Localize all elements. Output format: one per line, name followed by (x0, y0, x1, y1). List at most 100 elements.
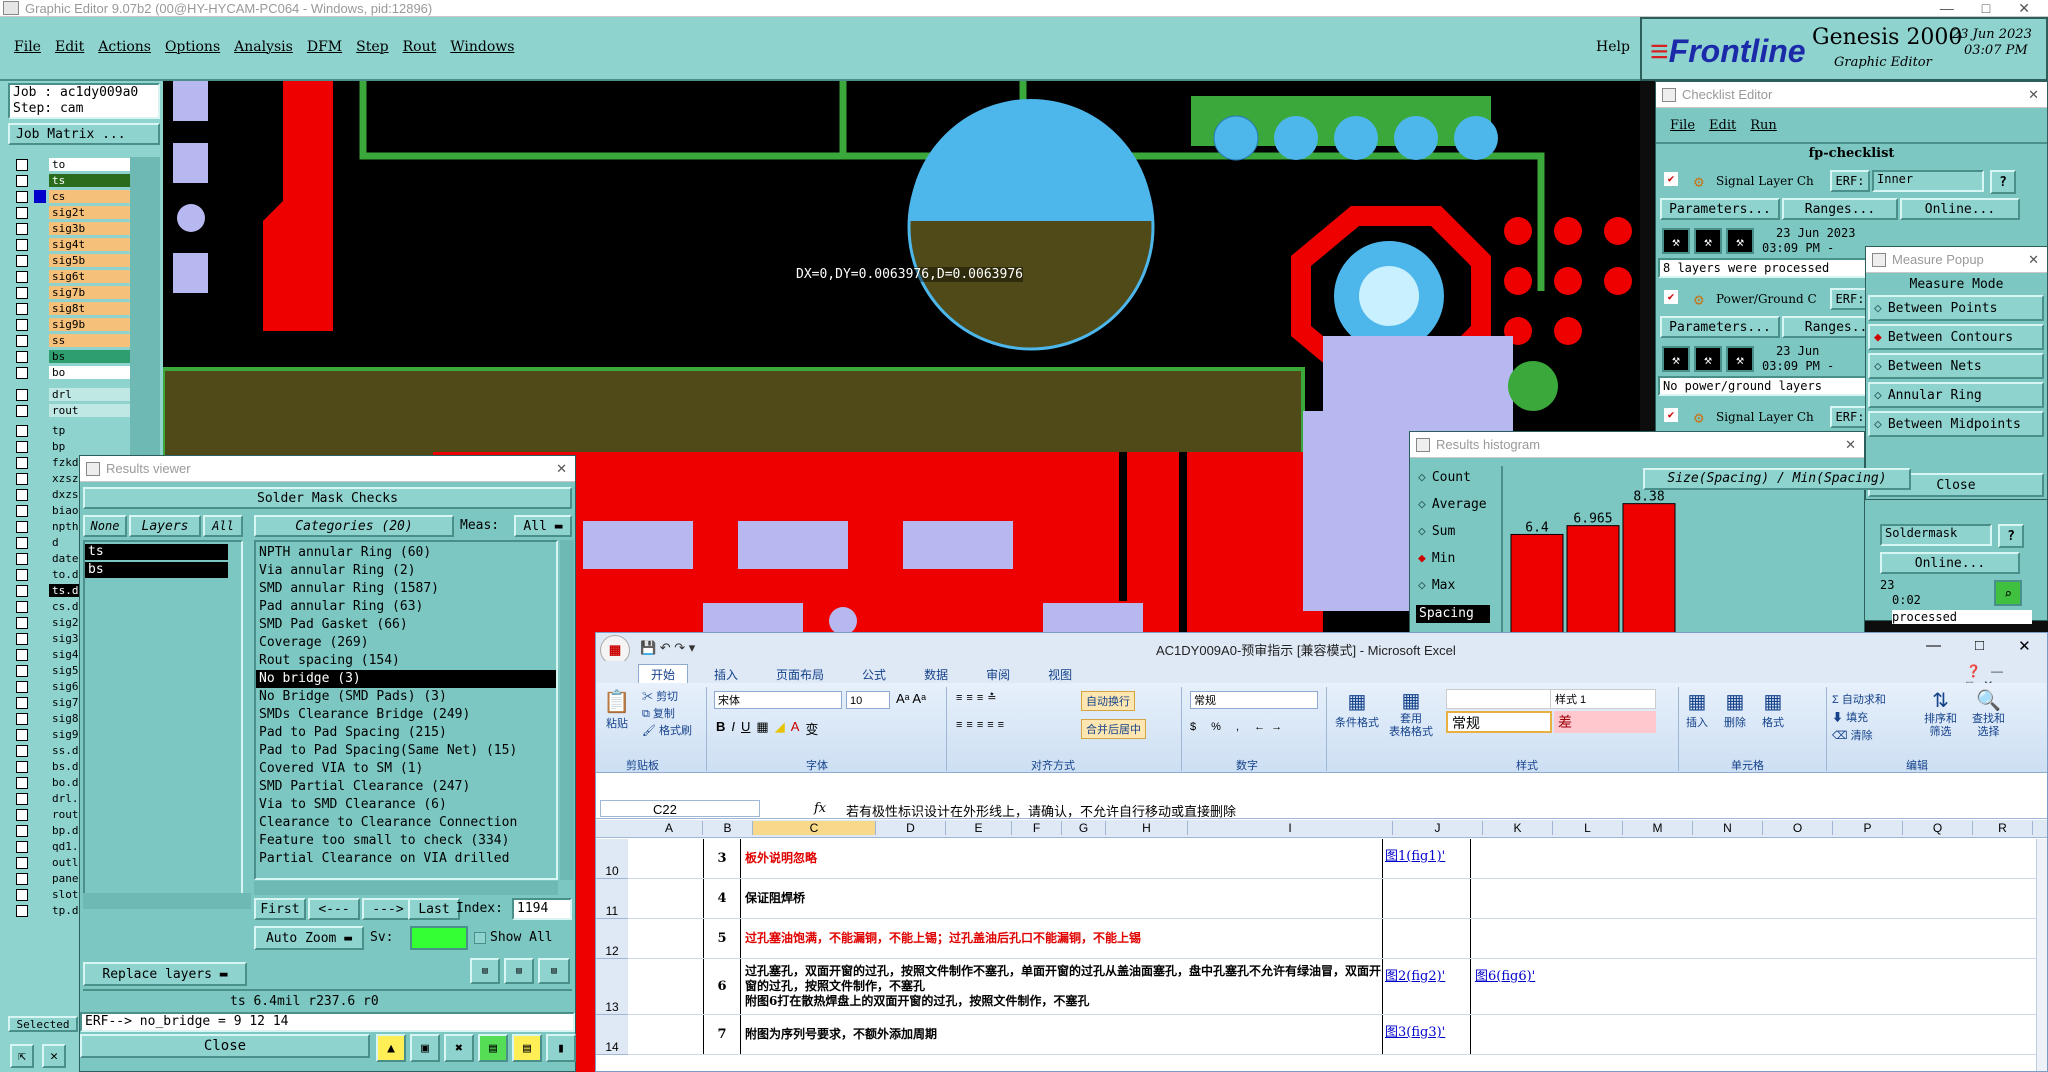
fill-button[interactable]: ⬇ 填充 (1832, 709, 1886, 727)
checklist-item-checkbox[interactable]: ✔ (1664, 172, 1678, 186)
layer-checkbox[interactable] (16, 366, 28, 379)
layer-row[interactable]: rout (12, 403, 130, 418)
row-link-cell[interactable]: 图2(fig2)' (1383, 959, 1471, 1015)
measure-mode-option[interactable]: ◇ Between Midpoints (1868, 411, 2044, 437)
help-icon[interactable]: ? (1998, 524, 2024, 548)
layer-checkbox[interactable] (16, 302, 28, 315)
layer-checkbox[interactable] (16, 270, 28, 283)
row-link-cell[interactable] (1383, 879, 1471, 919)
layer-checkbox[interactable] (16, 222, 28, 235)
zoom-tool-icon[interactable]: ⇱ (10, 1044, 34, 1068)
row-number[interactable]: 12 (596, 919, 628, 959)
help-icon[interactable]: ? (1990, 170, 2016, 194)
row-link-cell[interactable] (1383, 919, 1471, 959)
histogram-option[interactable]: ◇ Count (1418, 470, 1471, 485)
layer-row[interactable]: drl (12, 387, 130, 402)
layer-checkbox[interactable] (16, 472, 28, 485)
insert-cells-button[interactable]: ▦ 插入 (1686, 689, 1708, 730)
row-number[interactable]: 14 (596, 1015, 628, 1055)
bold-icon[interactable]: B (716, 719, 725, 738)
layer-row[interactable]: ss (12, 333, 130, 348)
column-header[interactable]: J (1393, 821, 1483, 835)
first-button[interactable]: First (254, 898, 306, 920)
layer-row[interactable]: tp (12, 423, 130, 438)
row-index-cell[interactable]: 5 (703, 919, 741, 959)
layer-checkbox[interactable] (16, 888, 28, 901)
close-icon[interactable]: ✕ (556, 461, 567, 477)
results-close-button[interactable]: Close (80, 1034, 370, 1058)
histogram-option[interactable]: ◇ Average (1418, 497, 1487, 512)
spacing-selected[interactable]: Spacing (1416, 605, 1490, 623)
fill-color-icon[interactable]: ◢ (775, 719, 785, 738)
histogram-bar[interactable] (1510, 533, 1564, 635)
column-header[interactable]: I (1188, 821, 1393, 835)
layer-checkbox[interactable] (16, 254, 28, 267)
layer-checkbox[interactable] (16, 488, 28, 501)
italic-icon[interactable]: I (731, 719, 735, 738)
result-layer-item[interactable]: bs (85, 562, 228, 578)
layer-checkbox[interactable] (16, 872, 28, 885)
column-header[interactable]: R (1973, 821, 2033, 835)
layer-checkbox[interactable] (16, 536, 28, 549)
layer-checkbox[interactable] (16, 318, 28, 331)
index-input[interactable]: 1194 (512, 898, 572, 920)
layer-checkbox[interactable] (16, 616, 28, 629)
layer-row[interactable]: sig3b (12, 221, 130, 236)
next-button[interactable]: ---> (362, 898, 414, 920)
excel-close-icon[interactable]: ✕ (2018, 637, 2031, 655)
step-icon[interactable]: ▤ (504, 958, 534, 984)
result-layer-item[interactable]: ts (85, 544, 228, 560)
excel-minimize-icon[interactable]: — (1926, 637, 1941, 655)
menu-actions[interactable]: Actions (98, 39, 151, 55)
layer-checkbox[interactable] (16, 552, 28, 565)
histogram-bar[interactable] (1566, 525, 1620, 635)
layer-checkbox[interactable] (16, 568, 28, 581)
category-item[interactable]: SMD Pad Gasket (66) (256, 616, 556, 634)
clear-icon[interactable]: ✖ (444, 1034, 474, 1062)
row-index-cell[interactable]: 7 (703, 1015, 741, 1055)
prev-button[interactable]: <--- (308, 898, 360, 920)
column-header[interactable]: Q (1903, 821, 1973, 835)
number-format-select[interactable]: 常规 (1190, 691, 1318, 709)
row-index-cell[interactable]: 3 (703, 839, 741, 879)
show-all-checkbox[interactable]: Show All (474, 930, 553, 945)
menu-options[interactable]: Options (165, 39, 220, 55)
row-number[interactable]: 13 (596, 959, 628, 1015)
category-hscroll[interactable] (254, 881, 558, 895)
category-item[interactable]: Rout spacing (154) (256, 652, 556, 670)
layer-checkbox[interactable] (16, 190, 28, 203)
measure-mode-option[interactable]: ◇ Between Nets (1868, 353, 2044, 379)
cut-button[interactable]: ✂ 剪切 (642, 689, 692, 706)
highlight-icon[interactable]: ▲ (376, 1034, 406, 1062)
parameters-button[interactable]: Parameters... (1660, 316, 1780, 338)
run-action-icon[interactable]: ⚒ (1726, 346, 1754, 372)
soldermask-erf-input[interactable]: Soldermask (1880, 524, 1992, 546)
notes-icon[interactable]: ▤ (512, 1034, 542, 1062)
style-normal-cell[interactable]: 常规 (1446, 711, 1552, 733)
layer-checkbox[interactable] (16, 334, 28, 347)
online-button[interactable]: Online... (1880, 552, 2020, 574)
column-header[interactable]: P (1833, 821, 1903, 835)
layer-checkbox[interactable] (16, 664, 28, 677)
row-number[interactable]: 10 (596, 839, 628, 879)
layer-checkbox[interactable] (16, 600, 28, 613)
layer-checkbox[interactable] (16, 504, 28, 517)
run-action-icon[interactable]: ⚒ (1694, 346, 1722, 372)
menu-rout[interactable]: Rout (403, 39, 437, 55)
name-box[interactable]: C22 (600, 800, 760, 817)
sort-filter-button[interactable]: ⇅ 排序和 筛选 (1924, 689, 1957, 739)
quick-access-icons[interactable]: 💾 ↶ ↷ ▾ (640, 640, 695, 656)
layer-checkbox[interactable] (16, 648, 28, 661)
layer-checkbox[interactable] (16, 520, 28, 533)
layer-checkbox[interactable] (16, 238, 28, 251)
row-link-cell[interactable]: 图1(fig1)' (1383, 839, 1471, 879)
layer-row[interactable]: cs (12, 189, 130, 204)
ribbon-tab[interactable]: 数据 (912, 665, 960, 684)
category-scrollbar[interactable] (560, 540, 574, 880)
category-item[interactable]: Coverage (269) (256, 634, 556, 652)
layer-checkbox[interactable] (16, 388, 28, 401)
layer-checkbox[interactable] (16, 776, 28, 789)
layer-row[interactable]: sig9b (12, 317, 130, 332)
layer-checkbox[interactable] (16, 286, 28, 299)
measure-mode-option[interactable]: ◆ Between Contours (1868, 324, 2044, 350)
